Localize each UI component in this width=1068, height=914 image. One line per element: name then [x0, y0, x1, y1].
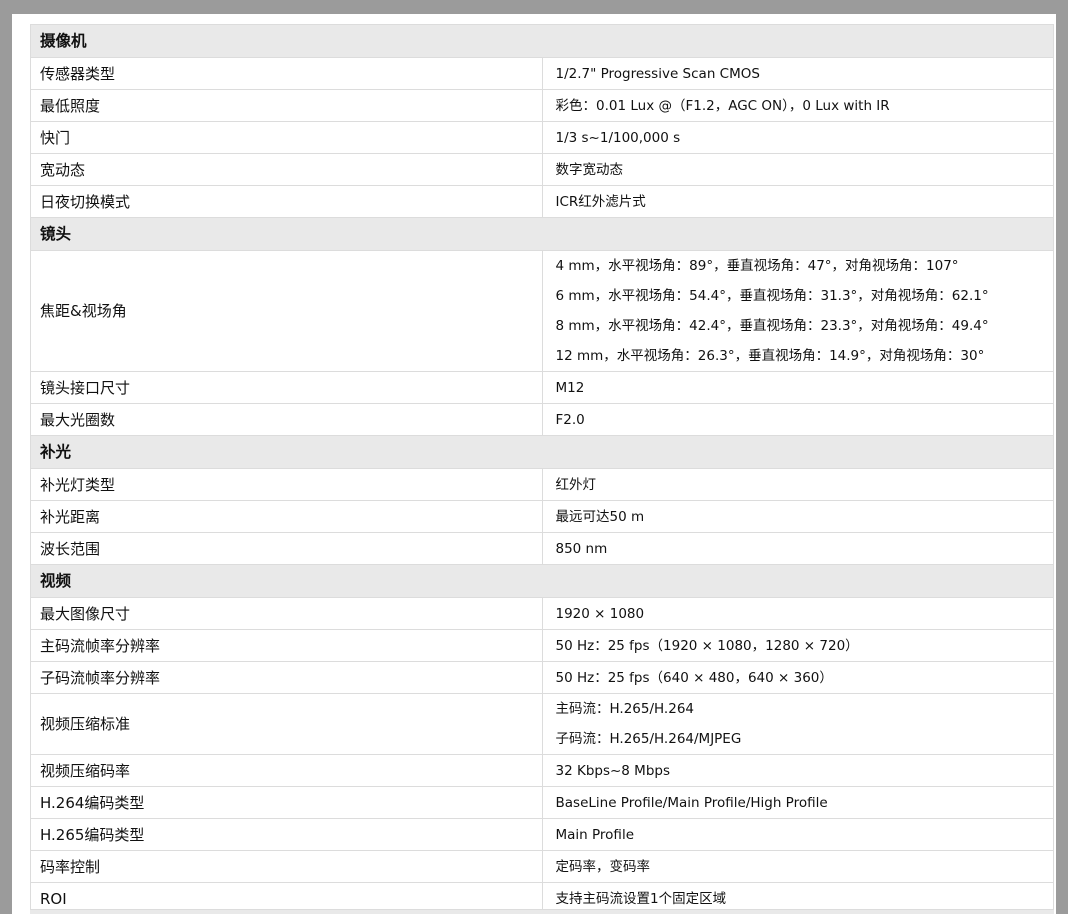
table-row: 视频压缩码率 32 Kbps~8 Mbps [30, 754, 1054, 787]
spec-key: 焦距&视场角 [30, 250, 543, 372]
spec-key: 主码流帧率分辨率 [30, 629, 543, 662]
spec-value-multiline: 4 mm，水平视场角：89°，垂直视场角：47°，对角视场角：107° 6 mm… [541, 250, 1054, 372]
spec-key: 码率控制 [30, 850, 543, 883]
spec-key: 最低照度 [30, 89, 543, 122]
table-row: 补光灯类型 红外灯 [30, 468, 1054, 501]
section-lens: 镜头 [30, 217, 1054, 251]
table-row: 视频压缩标准 主码流：H.265/H.264 子码流：H.265/H.264/M… [30, 693, 1054, 755]
spec-key: 补光灯类型 [30, 468, 543, 501]
spec-key: H.265编码类型 [30, 818, 543, 851]
spec-value-line: 6 mm，水平视场角：54.4°，垂直视场角：31.3°，对角视场角：62.1° [555, 288, 989, 304]
spec-value-line: 主码流：H.265/H.264 [555, 701, 695, 717]
spec-value: 最远可达50 m [541, 500, 1054, 533]
spec-value: 850 nm [541, 532, 1054, 565]
spec-value: 50 Hz：25 fps（1920 × 1080，1280 × 720） [541, 629, 1054, 662]
spec-value: 红外灯 [541, 468, 1054, 501]
spec-value: Main Profile [541, 818, 1054, 851]
spec-value-line: 8 mm，水平视场角：42.4°，垂直视场角：23.3°，对角视场角：49.4° [555, 318, 989, 334]
table-row: H.265编码类型 Main Profile [30, 818, 1054, 851]
spec-value-line: 12 mm，水平视场角：26.3°，垂直视场角：14.9°，对角视场角：30° [555, 348, 985, 364]
table-row: 最大光圈数 F2.0 [30, 403, 1054, 436]
spec-table: 摄像机 传感器类型 1/2.7" Progressive Scan CMOS 最… [30, 24, 1054, 914]
spec-value: 定码率，变码率 [541, 850, 1054, 883]
table-row: 传感器类型 1/2.7" Progressive Scan CMOS [30, 57, 1054, 90]
table-row: 补光距离 最远可达50 m [30, 500, 1054, 533]
spec-key: 视频压缩码率 [30, 754, 543, 787]
section-title: 镜头 [30, 217, 1054, 251]
spec-value: BaseLine Profile/Main Profile/High Profi… [541, 786, 1054, 819]
section-next-cutoff [30, 909, 1054, 914]
spec-value: 32 Kbps~8 Mbps [541, 754, 1054, 787]
spec-value-multiline: 主码流：H.265/H.264 子码流：H.265/H.264/MJPEG [541, 693, 1054, 755]
spec-key: H.264编码类型 [30, 786, 543, 819]
table-row: 日夜切换模式 ICR红外滤片式 [30, 185, 1054, 218]
section-camera: 摄像机 [30, 24, 1054, 58]
table-row: 主码流帧率分辨率 50 Hz：25 fps（1920 × 1080，1280 ×… [30, 629, 1054, 662]
spec-key: 宽动态 [30, 153, 543, 186]
table-row: 码率控制 定码率，变码率 [30, 850, 1054, 883]
table-row: 最低照度 彩色：0.01 Lux @（F1.2，AGC ON），0 Lux wi… [30, 89, 1054, 122]
section-title: 视频 [30, 564, 1054, 598]
table-row: 子码流帧率分辨率 50 Hz：25 fps（640 × 480，640 × 36… [30, 661, 1054, 694]
section-title: 补光 [30, 435, 1054, 469]
table-row: 焦距&视场角 4 mm，水平视场角：89°，垂直视场角：47°，对角视场角：10… [30, 250, 1054, 372]
table-row: 快门 1/3 s~1/100,000 s [30, 121, 1054, 154]
spec-value: 1/3 s~1/100,000 s [541, 121, 1054, 154]
spec-key: 快门 [30, 121, 543, 154]
spec-value-line: 子码流：H.265/H.264/MJPEG [555, 731, 742, 747]
spec-value: 彩色：0.01 Lux @（F1.2，AGC ON），0 Lux with IR [541, 89, 1054, 122]
spec-value: ICR红外滤片式 [541, 185, 1054, 218]
table-row: H.264编码类型 BaseLine Profile/Main Profile/… [30, 786, 1054, 819]
spec-value: F2.0 [541, 403, 1054, 436]
spec-key: 传感器类型 [30, 57, 543, 90]
spec-key: 视频压缩标准 [30, 693, 543, 755]
table-row: 宽动态 数字宽动态 [30, 153, 1054, 186]
spec-key: 镜头接口尺寸 [30, 371, 543, 404]
spec-key: 最大图像尺寸 [30, 597, 543, 630]
spec-value-line: 4 mm，水平视场角：89°，垂直视场角：47°，对角视场角：107° [555, 258, 959, 274]
section-video: 视频 [30, 564, 1054, 598]
spec-value: 50 Hz：25 fps（640 × 480，640 × 360） [541, 661, 1054, 694]
spec-key: 波长范围 [30, 532, 543, 565]
table-row: 最大图像尺寸 1920 × 1080 [30, 597, 1054, 630]
spec-value: 1/2.7" Progressive Scan CMOS [541, 57, 1054, 90]
spec-key: 子码流帧率分辨率 [30, 661, 543, 694]
spec-value: M12 [541, 371, 1054, 404]
spec-value: 1920 × 1080 [541, 597, 1054, 630]
spec-value: 数字宽动态 [541, 153, 1054, 186]
spec-key: 日夜切换模式 [30, 185, 543, 218]
section-title: 摄像机 [30, 24, 1054, 58]
spec-key: 补光距离 [30, 500, 543, 533]
table-row: 波长范围 850 nm [30, 532, 1054, 565]
spec-key: 最大光圈数 [30, 403, 543, 436]
spec-sheet: 摄像机 传感器类型 1/2.7" Progressive Scan CMOS 最… [12, 14, 1056, 914]
table-row: 镜头接口尺寸 M12 [30, 371, 1054, 404]
section-light: 补光 [30, 435, 1054, 469]
